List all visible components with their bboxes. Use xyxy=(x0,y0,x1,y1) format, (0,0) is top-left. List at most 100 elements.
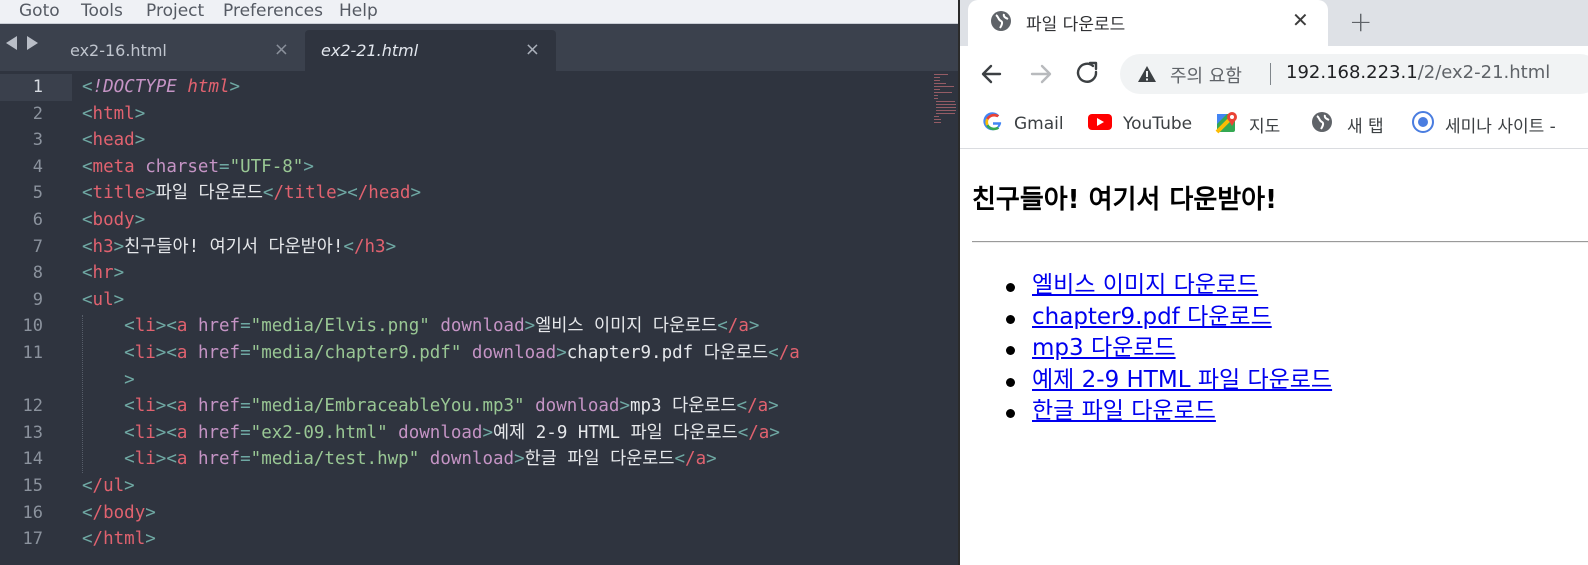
globe-icon xyxy=(990,10,1012,36)
line-number: 15 xyxy=(22,476,43,496)
warning-icon[interactable] xyxy=(1136,64,1158,88)
line-number: 6 xyxy=(32,210,43,230)
code-line: <li><a href="media/chapter9.pdf" downloa… xyxy=(124,343,800,363)
line-number: 9 xyxy=(32,289,43,310)
address-bar[interactable]: 주의 요함 192.168.223.1/2/ex2-21.html xyxy=(1120,54,1588,94)
code-line: <html> xyxy=(82,103,146,124)
line-number: 4 xyxy=(32,156,43,177)
menu-project[interactable]: Project xyxy=(146,0,204,23)
new-tab-button[interactable]: + xyxy=(1349,5,1372,38)
youtube-icon xyxy=(1087,112,1113,136)
line-number: 14 xyxy=(22,449,43,470)
bookmark-maps[interactable]: 지도 xyxy=(1215,110,1280,138)
code-line: <title>파일 다운로드</title></head> xyxy=(82,183,421,204)
line-number: 16 xyxy=(22,502,43,523)
download-list: 엘비스 이미지 다운로드 chapter9.pdf 다운로드 mp3 다운로드 … xyxy=(972,270,1332,428)
url-text[interactable]: 192.168.223.1/2/ex2-21.html xyxy=(1286,62,1550,83)
line-number: 7 xyxy=(32,236,43,257)
line-number: 5 xyxy=(32,183,43,204)
bookmark-label: YouTube xyxy=(1123,114,1193,134)
list-item: 예제 2-9 HTML 파일 다운로드 xyxy=(972,365,1332,397)
line-number: 10 xyxy=(22,316,43,337)
download-link-mp3[interactable]: mp3 다운로드 xyxy=(1032,335,1176,361)
code-line: <!DOCTYPE html> xyxy=(82,77,241,97)
list-item: 엘비스 이미지 다운로드 xyxy=(972,270,1332,302)
horizontal-rule xyxy=(972,241,1588,243)
close-icon[interactable]: ✕ xyxy=(1292,8,1309,32)
line-number: 17 xyxy=(22,529,43,550)
menu-help[interactable]: Help xyxy=(339,0,378,23)
page-heading: 친구들아! 여기서 다운받아! xyxy=(972,185,1277,215)
editor-tab-ex2-16[interactable]: ex2-16.html × xyxy=(54,30,305,71)
menu-tools[interactable]: Tools xyxy=(81,0,123,23)
download-link-elvis-image[interactable]: 엘비스 이미지 다운로드 xyxy=(1032,272,1258,298)
back-arrow-icon[interactable] xyxy=(972,46,1012,102)
tab-scroll-right-icon[interactable] xyxy=(27,36,38,50)
google-icon xyxy=(982,111,1004,137)
menu-preferences[interactable]: Preferences xyxy=(223,0,323,23)
bookmark-gmail[interactable]: Gmail xyxy=(982,110,1064,138)
code-line: <li><a href="media/EmbraceableYou.mp3" d… xyxy=(124,396,779,417)
list-item: mp3 다운로드 xyxy=(972,333,1332,365)
line-number: 11 xyxy=(22,343,43,363)
bookmarks-bar: Gmail YouTube 지도 새 탭 세미나 사이트 - xyxy=(960,102,1588,149)
forward-arrow-icon[interactable] xyxy=(1022,46,1062,102)
editor-tab-bar: ex2-16.html × ex2-21.html × xyxy=(0,24,958,71)
code-line: <body> xyxy=(82,210,146,230)
line-number-gutter: 1 2 3 4 5 6 7 8 9 10 11 12 13 14 15 16 1… xyxy=(0,74,70,565)
code-line: </ul> xyxy=(82,476,135,496)
line-number: 3 xyxy=(32,130,43,151)
list-item: 한글 파일 다운로드 xyxy=(972,396,1332,428)
browser-toolbar: 주의 요함 192.168.223.1/2/ex2-21.html xyxy=(960,46,1588,102)
editor-tab-label: ex2-16.html xyxy=(70,41,167,60)
bookmark-label: 지도 xyxy=(1249,116,1281,137)
line-number: 2 xyxy=(32,103,43,124)
browser-tab-strip: 파일 다운로드 ✕ + xyxy=(960,0,1588,46)
line-number: 12 xyxy=(22,396,43,417)
code-line: <ul> xyxy=(82,289,125,310)
list-item: chapter9.pdf 다운로드 xyxy=(972,302,1332,334)
line-number: 8 xyxy=(32,263,43,284)
globe-icon xyxy=(1311,111,1333,137)
menu-bar: Goto Tools Project Preferences Help xyxy=(0,0,958,24)
code-line: <head> xyxy=(82,130,146,151)
menu-goto[interactable]: Goto xyxy=(19,0,60,23)
browser-window: 파일 다운로드 ✕ + 주의 요함 192.168.223.1/2/ex2-21… xyxy=(958,0,1588,565)
download-link-chapter9-pdf[interactable]: chapter9.pdf 다운로드 xyxy=(1032,304,1272,330)
bookmark-label: 세미나 사이트 - xyxy=(1445,116,1556,137)
browser-tab-title: 파일 다운로드 xyxy=(1026,15,1126,35)
close-tab-icon[interactable]: × xyxy=(274,39,289,60)
download-link-hwp[interactable]: 한글 파일 다운로드 xyxy=(1032,398,1216,424)
url-host: 192.168.223.1 xyxy=(1286,62,1418,83)
code-editor-window: Goto Tools Project Preferences Help ex2-… xyxy=(0,0,958,565)
line-number: 1 xyxy=(32,77,43,97)
bookmark-seminar-site[interactable]: 세미나 사이트 - xyxy=(1411,110,1556,138)
bookmark-label: 새 탭 xyxy=(1347,116,1384,137)
code-line: <meta charset="UTF-8"> xyxy=(82,156,314,177)
minimap[interactable] xyxy=(934,74,956,128)
reload-icon[interactable] xyxy=(1068,46,1108,102)
editor-tab-ex2-21[interactable]: ex2-21.html × xyxy=(305,30,556,71)
maps-icon xyxy=(1215,110,1239,138)
download-link-example-html[interactable]: 예제 2-9 HTML 파일 다운로드 xyxy=(1032,367,1332,393)
page-content: 친구들아! 여기서 다운받아! 엘비스 이미지 다운로드 chapter9.pd… xyxy=(960,149,1588,565)
seminar-site-icon xyxy=(1411,110,1435,138)
code-line: <li><a href="ex2-09.html" download>예제 2-… xyxy=(124,422,780,443)
omnibox-separator xyxy=(1270,63,1271,85)
browser-tab[interactable]: 파일 다운로드 ✕ xyxy=(968,0,1328,46)
url-path: /2/ex2-21.html xyxy=(1417,62,1551,83)
tab-scroll-left-icon[interactable] xyxy=(6,36,17,50)
code-line: <li><a href="media/test.hwp" download>한글… xyxy=(124,449,717,470)
bookmark-label: Gmail xyxy=(1014,114,1064,134)
line-number: 13 xyxy=(22,422,43,443)
bookmark-new-tab[interactable]: 새 탭 xyxy=(1311,110,1384,138)
bookmark-youtube[interactable]: YouTube xyxy=(1087,110,1192,138)
editor-tab-label: ex2-21.html xyxy=(321,41,419,60)
code-line: </html> xyxy=(82,529,156,550)
code-line: <h3>친구들아! 여기서 다운받아!</h3> xyxy=(82,236,397,257)
code-line: <li><a href="media/Elvis.png" download>엘… xyxy=(124,316,760,337)
close-tab-icon[interactable]: × xyxy=(525,39,540,60)
security-status[interactable]: 주의 요함 xyxy=(1170,62,1242,88)
code-line-wrapped: > xyxy=(124,369,135,390)
code-line: <hr> xyxy=(82,263,125,284)
